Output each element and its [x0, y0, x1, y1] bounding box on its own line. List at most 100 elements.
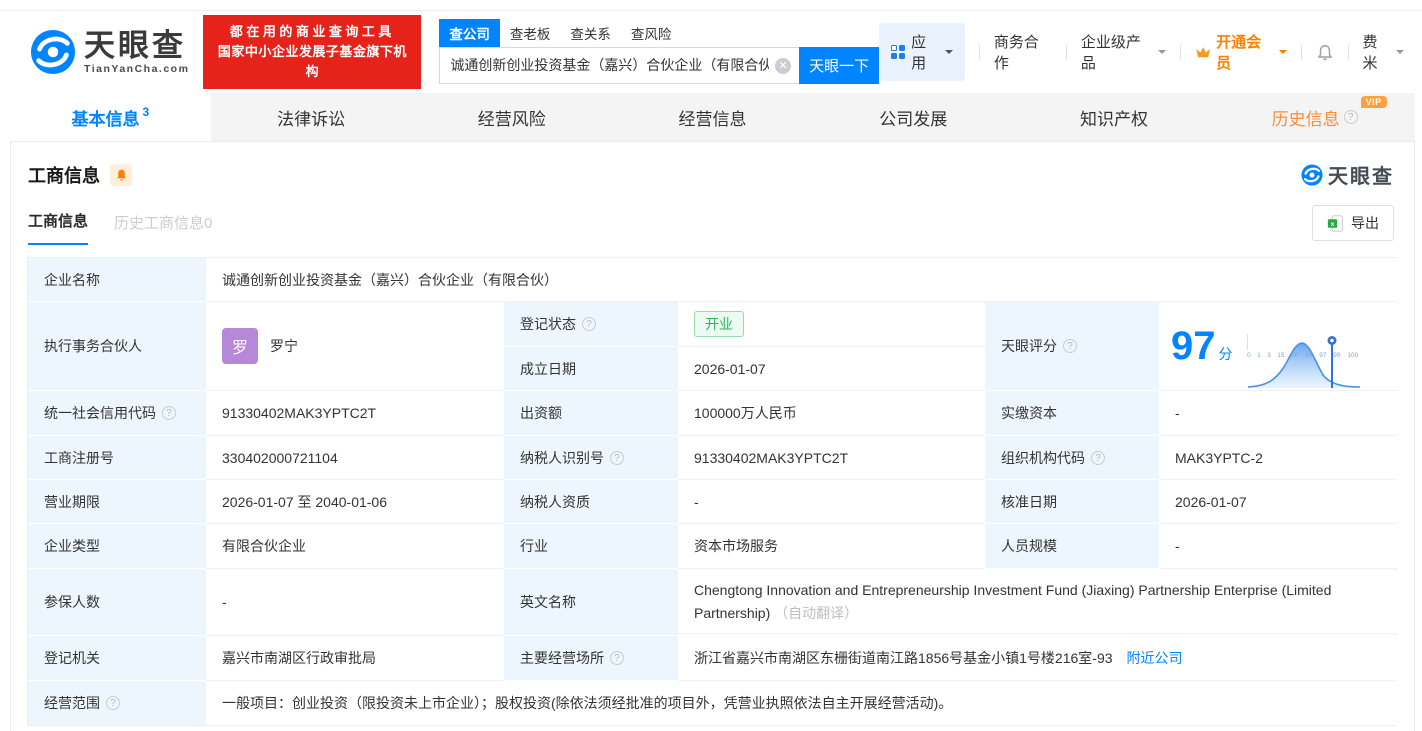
- field-value-insured-count: -: [206, 569, 504, 636]
- notification-bell-icon[interactable]: [1316, 43, 1334, 62]
- clear-icon[interactable]: ✕: [775, 57, 792, 74]
- search-tab-company[interactable]: 查公司: [439, 18, 500, 47]
- search-tab-boss[interactable]: 查老板: [500, 19, 561, 47]
- vip-badge: VIP: [1360, 96, 1387, 108]
- field-label-business-scope: 经营范围?: [28, 681, 206, 725]
- status-badge: 开业: [694, 311, 744, 337]
- nav-open-vip[interactable]: 开通会员: [1195, 31, 1287, 73]
- help-icon[interactable]: ?: [610, 450, 624, 465]
- search-area: 查公司 查老板 查关系 查风险 ✕ 天眼一下: [439, 18, 880, 84]
- field-label-company-type: 企业类型: [28, 524, 206, 569]
- field-label-reg-status: 登记状态?: [504, 302, 678, 347]
- field-value-taxpayer-id: 91330402MAK3YPTC2T: [678, 436, 985, 480]
- tab-company-development[interactable]: 公司发展: [813, 93, 1014, 141]
- field-label-reg-number: 工商注册号: [28, 436, 206, 480]
- field-label-insured-count: 参保人数: [28, 569, 206, 636]
- tab-intellectual-property[interactable]: 知识产权: [1014, 93, 1215, 141]
- crown-icon: [1196, 46, 1210, 57]
- export-button[interactable]: x 导出: [1312, 205, 1394, 241]
- field-value-industry: 资本市场服务: [678, 524, 985, 569]
- search-row: ✕ 天眼一下: [439, 46, 880, 84]
- score-axis-tick: 15: [1277, 351, 1285, 359]
- score-distribution-chart: 0 1 3 15 50 85 97 99 100: [1246, 333, 1360, 388]
- help-icon[interactable]: ?: [1091, 450, 1105, 465]
- nav-enterprise-label: 企业级产品: [1080, 34, 1141, 72]
- content-right-border: [1414, 93, 1415, 731]
- tab-basic-info-label: 基本信息: [71, 109, 140, 129]
- promo-line1: 都在用的商业查询工具: [229, 23, 395, 39]
- nav-divider: [1347, 44, 1349, 60]
- help-icon[interactable]: ?: [610, 651, 624, 665]
- help-icon[interactable]: ?: [1343, 110, 1358, 124]
- help-icon[interactable]: ?: [106, 696, 120, 710]
- apps-button[interactable]: 应用: [879, 23, 965, 81]
- nav-user-label: 费米: [1362, 34, 1378, 72]
- field-value-business-scope: 一般项目：创业投资（限投资未上市企业）；股权投资(除依法须经批准的项目外，凭营业…: [206, 681, 1397, 725]
- search-button[interactable]: 天眼一下: [799, 46, 880, 84]
- apps-grid-icon: [891, 45, 906, 59]
- tab-basic-info-count: 3: [142, 105, 150, 119]
- field-label-business-address: 主要经营场所?: [504, 636, 678, 681]
- field-value-reg-status: 开业: [678, 302, 985, 347]
- field-label-staff-size: 人员规模: [985, 524, 1159, 569]
- field-label-reg-authority: 登记机关: [28, 636, 206, 681]
- field-value-establish-date: 2026-01-07: [678, 347, 985, 391]
- header-nav: 应用 商务合作 企业级产品 开通会员 费米: [879, 23, 1404, 81]
- company-tabbar: 基本信息 3 法律诉讼 经营风险 经营信息 公司发展 知识产权 VIP 历史信息…: [10, 93, 1415, 142]
- field-value-credit-code: 91330402MAK3YPTC2T: [206, 391, 504, 436]
- help-icon[interactable]: ?: [1063, 339, 1077, 353]
- export-label: 导出: [1351, 215, 1379, 231]
- subscribe-bell-icon[interactable]: [110, 163, 132, 186]
- section-header: 工商信息 天眼查: [28, 160, 1394, 189]
- search-tab-risk[interactable]: 查风险: [621, 19, 682, 47]
- search-input[interactable]: [440, 47, 800, 83]
- score-axis-tick: 85: [1305, 351, 1313, 359]
- field-value-tyc-score[interactable]: 97 分 0 1 3 15 50 85 97 99 100: [1159, 302, 1397, 391]
- score-axis-tick: 97: [1319, 351, 1327, 359]
- nav-divider: [1065, 44, 1067, 60]
- chevron-down-icon: [1278, 50, 1287, 58]
- section-title: 工商信息: [28, 165, 100, 186]
- field-value-staff-size: -: [1159, 524, 1397, 569]
- promo-banner: 都在用的商业查询工具 国家中小企业发展子基金旗下机构: [203, 14, 422, 90]
- search-tab-relation[interactable]: 查关系: [560, 19, 621, 47]
- field-value-business-address: 浙江省嘉兴市南湖区东栅街道南江路1856号基金小镇1号楼216室-93 附近公司: [678, 636, 1397, 681]
- nav-divider: [1300, 44, 1302, 60]
- score-number: 97 分: [1171, 324, 1233, 368]
- excel-icon: x: [1327, 214, 1343, 232]
- nav-cooperation[interactable]: 商务合作: [994, 31, 1052, 73]
- tab-operation-risk[interactable]: 经营风险: [411, 93, 612, 141]
- tianyancha-watermark: 天眼查: [1301, 160, 1394, 189]
- subtab-business-info[interactable]: 工商信息: [28, 210, 89, 245]
- nav-user[interactable]: 费米: [1362, 31, 1404, 73]
- field-label-org-code: 组织机构代码?: [985, 436, 1159, 480]
- auto-translate-note: （自动翻译）: [774, 605, 859, 621]
- chevron-down-icon: [944, 50, 953, 58]
- nearby-companies-link[interactable]: 附近公司: [1127, 648, 1183, 668]
- help-icon[interactable]: ?: [582, 317, 596, 331]
- tab-basic-info[interactable]: 基本信息 3: [10, 93, 211, 141]
- nav-divider: [1179, 44, 1181, 60]
- tianyancha-logo[interactable]: 天眼查 TianYanCha.com: [30, 29, 189, 75]
- field-value-executive-partner: 罗 罗宁: [206, 302, 504, 391]
- field-label-english-name: 英文名称: [504, 569, 678, 636]
- promo-line2: 国家中小企业发展子基金旗下机构: [217, 43, 407, 80]
- svg-text:x: x: [1331, 220, 1335, 227]
- logo-domain: TianYanCha.com: [84, 62, 190, 75]
- tab-operation-info[interactable]: 经营信息: [612, 93, 813, 141]
- business-info-table: 企业名称 诚通创新创业投资基金（嘉兴）合伙企业（有限合伙） 执行事务合伙人 罗 …: [27, 257, 1397, 726]
- tab-history-info[interactable]: VIP 历史信息 ?: [1214, 93, 1415, 141]
- field-value-org-code: MAK3YPTC-2: [1159, 436, 1397, 480]
- score-axis-tick: 1: [1256, 351, 1261, 359]
- subtab-history-business-info[interactable]: 历史工商信息0: [114, 212, 212, 245]
- nav-open-vip-label: 开通会员: [1216, 34, 1262, 72]
- chevron-down-icon: [1157, 50, 1166, 58]
- partner-name[interactable]: 罗宁: [270, 336, 298, 356]
- help-icon[interactable]: ?: [162, 406, 176, 420]
- partner-avatar[interactable]: 罗: [222, 328, 258, 364]
- tab-legal-litigation[interactable]: 法律诉讼: [211, 93, 412, 141]
- tianyancha-logo-icon: [30, 29, 76, 75]
- field-label-paid-capital: 实缴资本: [985, 391, 1159, 436]
- field-value-reg-number: 330402000721104: [206, 436, 504, 480]
- nav-enterprise[interactable]: 企业级产品: [1081, 31, 1166, 73]
